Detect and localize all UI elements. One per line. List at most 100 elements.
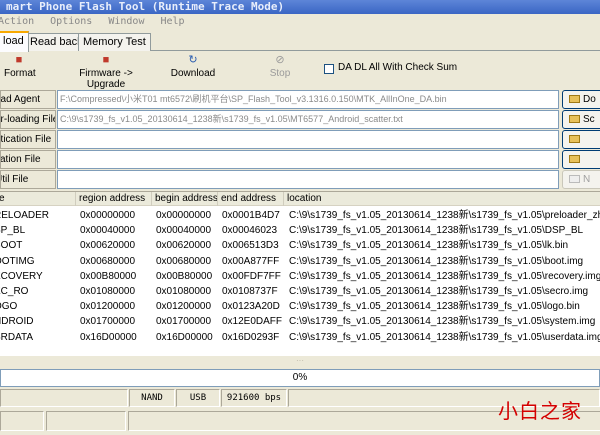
cell-begin-address: 0x01200000 — [156, 301, 212, 313]
cell-begin-address: 0x01080000 — [156, 286, 212, 297]
cell-end-address: 0x0108737F — [222, 286, 278, 297]
cell-begin-address: 0x01700000 — [156, 316, 212, 328]
table-row[interactable]: RELOADER 0x00000000 0x00000000 0x0001B4D7 C:… — [0, 209, 600, 223]
table-row[interactable]: BOOT 0x00620000 0x00620000 0x006513D3 C:\9\s… — [0, 239, 600, 253]
cell-end-address: 0x12E0DAFF — [222, 316, 283, 328]
folder-icon — [569, 175, 580, 183]
download-agent-button[interactable]: Do — [562, 90, 600, 109]
cell-location: C:\9\s1739_fs_v1.05_20130614_1238新\s1739… — [289, 286, 589, 297]
cell-end-address: 0x00A877FF — [222, 255, 280, 267]
authentication-file-label: ntication File — [0, 130, 56, 149]
stop-icon: ⊘ — [275, 54, 285, 66]
download-button[interactable]: ↻ Download — [170, 54, 216, 86]
cell-location: C:\9\s1739_fs_v1.05_20130614_1238新\s1739… — [289, 270, 600, 282]
cell-name: OGO — [0, 301, 18, 313]
cell-name: BOOT — [0, 240, 23, 252]
cell-end-address: 0x0001B4D7 — [222, 210, 280, 221]
tab-download[interactable]: load — [0, 31, 29, 52]
splitter-handle[interactable]: ··· — [0, 355, 600, 367]
util-file-button[interactable]: N — [562, 170, 600, 189]
cell-region-address: 0x00620000 — [80, 240, 136, 252]
certification-file-label: cation File — [0, 150, 56, 169]
util-file-path[interactable] — [57, 170, 559, 189]
menu-help[interactable]: Help — [161, 16, 185, 27]
cell-location: C:\9\s1739_fs_v1.05_20130614_1238新\s1739… — [289, 331, 600, 343]
cell-begin-address: 0x00B80000 — [156, 270, 213, 282]
table-row[interactable]: OOTIMG 0x00680000 0x00680000 0x00A877FF C:\9… — [0, 255, 600, 269]
format-icon: ■ — [15, 54, 23, 66]
scatter-file-button[interactable]: Sc — [562, 110, 600, 129]
partition-list[interactable]: e region address begin address end addre… — [0, 191, 600, 355]
cell-name: SRDATA — [0, 331, 34, 343]
table-row[interactable]: NDROID 0x01700000 0x01700000 0x12E0DAFF C:\9… — [0, 315, 600, 329]
cell-name: NDROID — [0, 316, 34, 328]
download-agent-row: oad Agent F:\Compressed\小米T01 mt6572\刷机平… — [0, 90, 600, 109]
table-row[interactable]: OGO 0x01200000 0x01200000 0x0123A20D C:\9\s1… — [0, 300, 600, 314]
menu-action[interactable]: Action — [0, 16, 34, 27]
folder-icon — [569, 115, 580, 123]
progress-text: 0% — [292, 372, 308, 383]
util-file-label: Util File — [0, 170, 56, 189]
stop-button[interactable]: ⊘ Stop — [266, 54, 294, 86]
toolbar: ■ Format ■ Firmware -> Upgrade ↻ Downloa… — [0, 52, 600, 90]
util-file-row: Util File N — [0, 170, 600, 189]
folder-icon — [569, 135, 580, 143]
da-checksum-checkbox[interactable] — [324, 64, 334, 74]
firmware-upgrade-label: Firmware -> Upgrade — [79, 68, 133, 90]
cell-begin-address: 0x00680000 — [156, 255, 212, 267]
status-port: USB — [176, 389, 220, 407]
watermark-text: 小白之家 — [498, 399, 582, 423]
authentication-file-path[interactable] — [57, 130, 559, 149]
certification-file-path[interactable] — [57, 150, 559, 169]
cell-region-address: 0x01700000 — [80, 316, 136, 328]
menu-bar: Action Options Window Help — [0, 14, 600, 30]
scatter-file-row: er-loading File C:\9\s1739_fs_v1.05_2013… — [0, 110, 600, 129]
menu-window[interactable]: Window — [108, 16, 144, 27]
cell-end-address: 0x00046023 — [222, 225, 278, 237]
column-end-address[interactable]: end address — [218, 192, 284, 206]
download-icon: ↻ — [188, 54, 198, 66]
cell-end-address: 0x16D0293F — [222, 331, 280, 343]
cell-location: C:\9\s1739_fs_v1.05_20130614_1238新\s1739… — [289, 316, 596, 328]
list-header: e region address begin address end addre… — [0, 192, 600, 206]
window-title: mart Phone Flash Tool (Runtime Trace Mod… — [0, 0, 600, 14]
format-label: Format — [4, 68, 36, 79]
status-storage: NAND — [129, 389, 175, 407]
authentication-file-row: ntication File — [0, 130, 600, 149]
cell-name: RELOADER — [0, 210, 50, 221]
cell-region-address: 0x01080000 — [80, 286, 136, 297]
cell-name: SP_BL — [0, 225, 26, 237]
folder-icon — [569, 95, 580, 103]
da-checksum-label: DA DL All With Check Sum — [338, 62, 458, 73]
firmware-upgrade-button[interactable]: ■ Firmware -> Upgrade — [62, 54, 150, 90]
table-row[interactable]: EC_RO 0x01080000 0x01080000 0x0108737F C:\9\… — [0, 285, 600, 299]
column-location[interactable]: location — [284, 192, 600, 206]
column-name[interactable]: e — [0, 192, 76, 206]
stop-label: Stop — [269, 68, 291, 79]
cell-begin-address: 0x16D00000 — [156, 331, 213, 343]
column-region-address[interactable]: region address — [76, 192, 152, 206]
format-button[interactable]: ■ Format — [4, 54, 36, 86]
scatter-file-path[interactable]: C:\9\s1739_fs_v1.05_20130614_1238新\s1739… — [57, 110, 559, 129]
menu-options[interactable]: Options — [50, 16, 92, 27]
cell-begin-address: 0x00620000 — [156, 240, 212, 252]
column-begin-address[interactable]: begin address — [152, 192, 218, 206]
certification-file-button[interactable] — [562, 150, 600, 169]
cell-region-address: 0x16D00000 — [80, 331, 137, 343]
cell-region-address: 0x00680000 — [80, 255, 136, 267]
status-cell-empty — [46, 411, 126, 431]
folder-icon — [569, 155, 580, 163]
download-agent-path[interactable]: F:\Compressed\小米T01 mt6572\刷机平台\SP_Flash… — [57, 90, 559, 109]
table-row[interactable]: SP_BL 0x00040000 0x00040000 0x00046023 C:\9\… — [0, 224, 600, 238]
download-agent-label: oad Agent — [0, 90, 56, 109]
progress-bar: 0% — [0, 369, 600, 387]
table-row[interactable]: ECOVERY 0x00B80000 0x00B80000 0x00FDF7FF C:\… — [0, 270, 600, 284]
cell-location: C:\9\s1739_fs_v1.05_20130614_1238新\s1739… — [289, 301, 580, 313]
authentication-file-button[interactable] — [562, 130, 600, 149]
tab-memory-test[interactable]: Memory Test — [78, 33, 151, 51]
scatter-file-label: er-loading File — [0, 110, 56, 129]
cell-location: C:\9\s1739_fs_v1.05_20130614_1238新\s1739… — [289, 255, 584, 267]
status-cell-empty — [0, 411, 44, 431]
cell-end-address: 0x0123A20D — [222, 301, 280, 313]
table-row[interactable]: SRDATA 0x16D00000 0x16D00000 0x16D0293F C:\9… — [0, 331, 600, 345]
